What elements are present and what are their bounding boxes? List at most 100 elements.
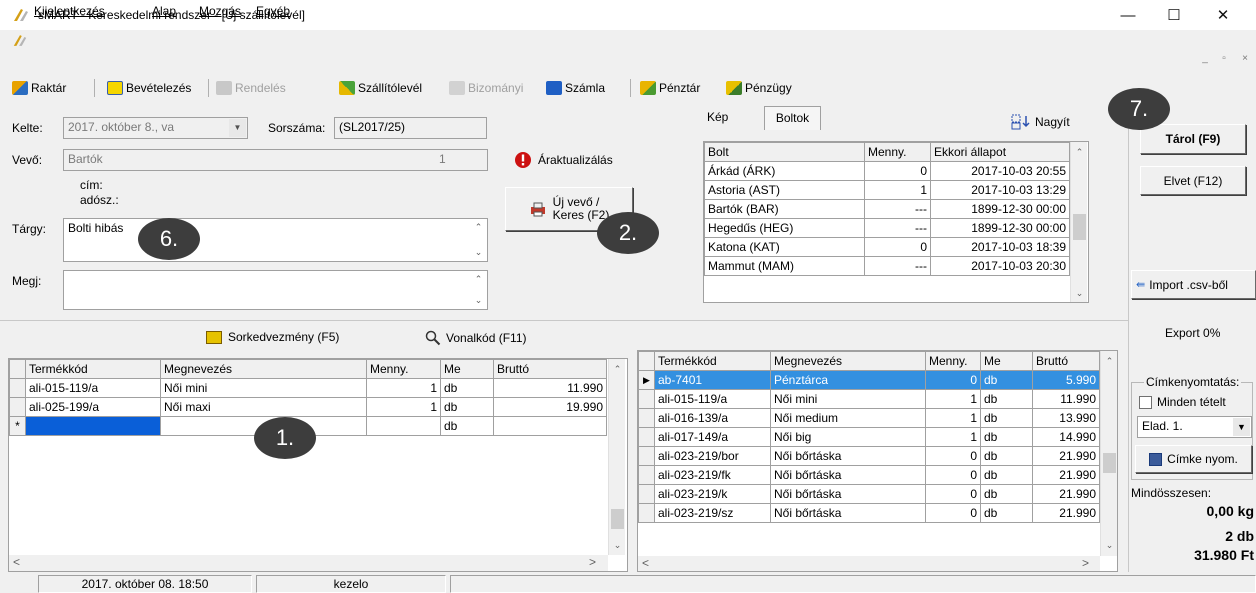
minden-tetelt-checkbox[interactable]: Minden tételt	[1139, 395, 1226, 409]
table-row[interactable]: ali-023-219/fk Női bőrtáska 0 db 21.990	[638, 465, 1100, 485]
product-qty-cell[interactable]: 1	[925, 389, 981, 409]
stores-row[interactable]: Bartók (BAR) --- 1899-12-30 00:00	[704, 199, 1070, 219]
store-state-cell[interactable]: 2017-10-03 20:30	[930, 256, 1070, 276]
product-price-cell[interactable]: 21.990	[1032, 484, 1100, 504]
items-header-megnevezes[interactable]: Megnevezés	[160, 359, 367, 379]
item-code-cell[interactable]: ali-015-119/a	[25, 378, 161, 398]
product-qty-cell[interactable]: 0	[925, 370, 981, 390]
stores-row[interactable]: Árkád (ÁRK) 0 2017-10-03 20:55	[704, 161, 1070, 181]
scroll-down-icon[interactable]: ⌄	[1101, 537, 1117, 554]
cimke-nyom-button[interactable]: Címke nyom.	[1135, 445, 1252, 473]
new-item-code-cell[interactable]	[25, 416, 161, 436]
product-code-cell[interactable]: ali-017-149/a	[654, 427, 771, 447]
kelte-date-picker[interactable]: 2017. október 8., va ▼	[63, 117, 248, 139]
product-price-cell[interactable]: 21.990	[1032, 503, 1100, 523]
table-row[interactable]: ali-015-119/a Női mini 1 db 11.990	[638, 389, 1100, 409]
scroll-down-icon[interactable]: ⌄	[609, 537, 626, 554]
product-price-cell[interactable]: 14.990	[1032, 427, 1100, 447]
scroll-down-icon[interactable]: ⌄	[470, 244, 487, 261]
megj-textarea[interactable]: ⌃ ⌄	[63, 270, 488, 310]
toolbar-bevetelezes-button[interactable]: Bevételezés	[107, 79, 191, 97]
scroll-up-icon[interactable]: ⌃	[470, 271, 487, 288]
store-state-cell[interactable]: 1899-12-30 00:00	[930, 218, 1070, 238]
stores-header-menny[interactable]: Menny.	[864, 142, 931, 162]
toolbar-szamla-button[interactable]: Számla	[546, 79, 605, 97]
table-row[interactable]: ali-017-149/a Női big 1 db 14.990	[638, 427, 1100, 447]
store-state-cell[interactable]: 1899-12-30 00:00	[930, 199, 1070, 219]
row-indicator[interactable]	[638, 427, 655, 447]
mdi-minimize-button[interactable]: _	[1198, 52, 1212, 66]
store-state-cell[interactable]: 2017-10-03 20:55	[930, 161, 1070, 181]
menu-alap[interactable]: Alap	[152, 4, 176, 18]
stores-header-bolt[interactable]: Bolt	[704, 142, 865, 162]
product-unit-cell[interactable]: db	[980, 484, 1033, 504]
stores-row[interactable]: Katona (KAT) 0 2017-10-03 18:39	[704, 237, 1070, 257]
product-qty-cell[interactable]: 1	[925, 408, 981, 428]
new-item-unit-cell[interactable]: db	[440, 416, 494, 436]
store-name-cell[interactable]: Mammut (MAM)	[704, 256, 865, 276]
items-header-me[interactable]: Me	[440, 359, 494, 379]
store-state-cell[interactable]: 2017-10-03 13:29	[930, 180, 1070, 200]
product-name-cell[interactable]: Női bőrtáska	[770, 484, 926, 504]
product-code-cell[interactable]: ali-016-139/a	[654, 408, 771, 428]
store-qty-cell[interactable]: 0	[864, 237, 931, 257]
product-unit-cell[interactable]: db	[980, 389, 1033, 409]
stores-row[interactable]: Mammut (MAM) --- 2017-10-03 20:30	[704, 256, 1070, 276]
product-code-cell[interactable]: ali-023-219/bor	[654, 446, 771, 466]
scroll-right-icon[interactable]: >	[589, 555, 596, 569]
store-qty-cell[interactable]: ---	[864, 256, 931, 276]
product-name-cell[interactable]: Női bőrtáska	[770, 465, 926, 485]
item-name-cell[interactable]: Női mini	[160, 378, 367, 398]
store-name-cell[interactable]: Katona (KAT)	[704, 237, 865, 257]
items-hscrollbar[interactable]: < >	[9, 555, 608, 571]
row-indicator[interactable]	[9, 397, 26, 417]
item-unit-cell[interactable]: db	[440, 378, 494, 398]
scroll-up-icon[interactable]: ⌃	[609, 361, 626, 378]
store-qty-cell[interactable]: 1	[864, 180, 931, 200]
row-indicator[interactable]	[638, 484, 655, 504]
item-name-cell[interactable]: Női maxi	[160, 397, 367, 417]
product-qty-cell[interactable]: 0	[925, 465, 981, 485]
menu-egyeb[interactable]: Egyéb	[256, 4, 290, 18]
stores-scrollbar[interactable]: ⌃ ⌄	[1070, 142, 1087, 302]
scroll-up-icon[interactable]: ⌃	[1101, 353, 1117, 370]
current-row-arrow-icon[interactable]: ▶	[638, 370, 655, 390]
store-state-cell[interactable]: 2017-10-03 18:39	[930, 237, 1070, 257]
store-qty-cell[interactable]: ---	[864, 199, 931, 219]
tab-kep[interactable]: Kép	[707, 110, 728, 124]
product-name-cell[interactable]: Női medium	[770, 408, 926, 428]
item-code-cell[interactable]: ali-025-199/a	[25, 397, 161, 417]
sorkedvezmeny-button[interactable]: Sorkedvezmény (F5)	[206, 330, 339, 344]
row-indicator[interactable]	[638, 446, 655, 466]
store-name-cell[interactable]: Árkád (ÁRK)	[704, 161, 865, 181]
item-qty-cell[interactable]: 1	[366, 397, 441, 417]
table-row[interactable]: ali-023-219/k Női bőrtáska 0 db 21.990	[638, 484, 1100, 504]
product-name-cell[interactable]: Női mini	[770, 389, 926, 409]
scroll-left-icon[interactable]: <	[642, 556, 649, 570]
new-item-qty-cell[interactable]	[366, 416, 441, 436]
scroll-thumb[interactable]	[1103, 453, 1116, 473]
product-qty-cell[interactable]: 0	[925, 446, 981, 466]
row-indicator[interactable]	[638, 465, 655, 485]
items-header-brutto[interactable]: Bruttó	[493, 359, 607, 379]
stores-row[interactable]: Astoria (AST) 1 2017-10-03 13:29	[704, 180, 1070, 200]
items-grid-container[interactable]: Termékkód Megnevezés Menny. Me Bruttó al…	[8, 358, 628, 572]
elvet-button[interactable]: Elvet (F12)	[1140, 166, 1246, 195]
stores-header-allapot[interactable]: Ekkori állapot	[930, 142, 1070, 162]
scroll-down-icon[interactable]: ⌄	[1071, 285, 1088, 302]
chevron-down-icon[interactable]: ▼	[229, 119, 246, 137]
products-hscrollbar[interactable]: < >	[638, 556, 1100, 571]
checkbox-box[interactable]	[1139, 395, 1152, 409]
chevron-down-icon[interactable]: ▼	[1233, 418, 1250, 436]
row-indicator[interactable]	[9, 378, 26, 398]
nagyit-button[interactable]: Nagyít	[1011, 114, 1070, 130]
product-unit-cell[interactable]: db	[980, 408, 1033, 428]
store-name-cell[interactable]: Hegedűs (HEG)	[704, 218, 865, 238]
table-row[interactable]: ali-015-119/a Női mini 1 db 11.990	[9, 378, 607, 398]
store-name-cell[interactable]: Astoria (AST)	[704, 180, 865, 200]
products-header-me[interactable]: Me	[980, 351, 1033, 371]
row-indicator[interactable]	[638, 503, 655, 523]
targy-textarea[interactable]: Bolti hibás ⌃ ⌄	[63, 218, 488, 262]
items-vscrollbar[interactable]: ⌃ ⌄	[608, 359, 625, 555]
araktualizalas-button[interactable]: Áraktualizálás	[514, 151, 613, 169]
